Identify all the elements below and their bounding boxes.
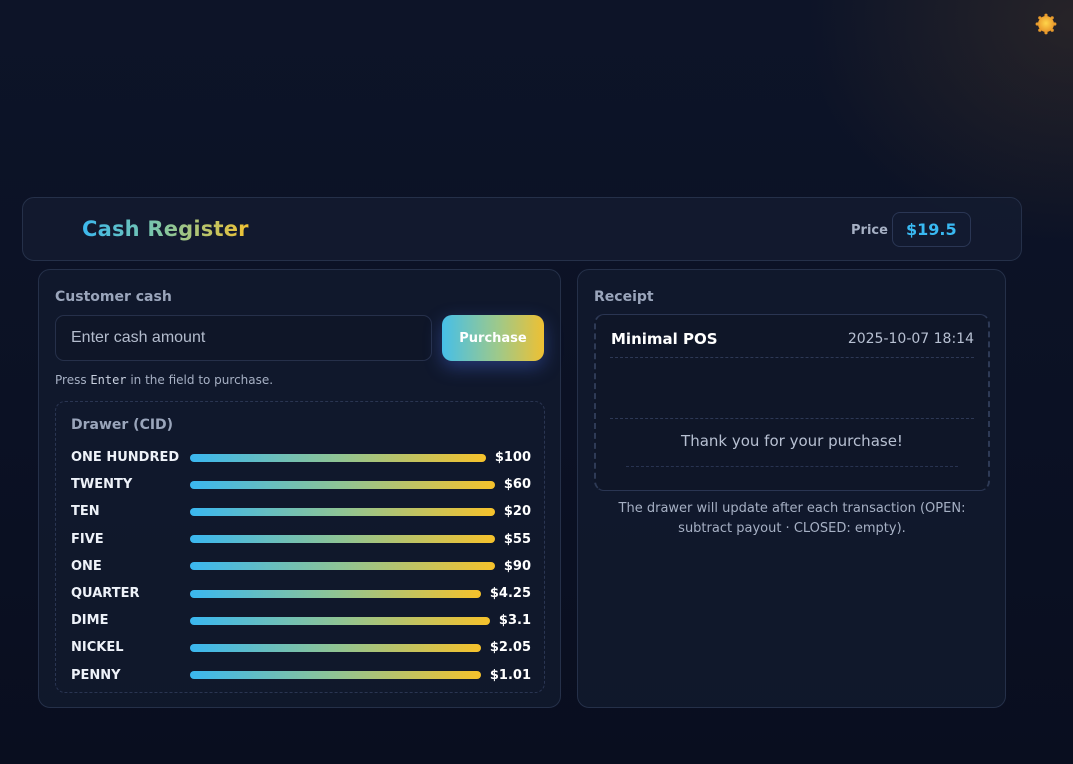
drawer-row: ONE $90: [71, 553, 531, 580]
drawer-row: QUARTER $4.25: [71, 580, 531, 607]
price-label: Price: [851, 223, 888, 238]
purchase-hint: Press Enter in the field to purchase.: [55, 373, 273, 387]
denomination-amount: $90: [503, 558, 531, 574]
denomination-name: DIME: [71, 613, 109, 629]
denomination-bar: [190, 507, 495, 516]
price-badge: $19.5: [892, 212, 971, 247]
denomination-name: NICKEL: [71, 640, 124, 656]
drawer-rows: ONE HUNDRED $100 TWENTY $60 TEN $20 FIVE $55 ONE…: [71, 444, 531, 689]
drawer-title: Drawer (CID): [71, 417, 174, 433]
denomination-name: TEN: [71, 504, 100, 520]
cash-input[interactable]: [55, 315, 432, 361]
drawer-row: TWENTY $60: [71, 471, 531, 498]
denomination-amount: $4.25: [489, 586, 531, 602]
denomination-bar: [190, 589, 481, 598]
denomination-amount: $100: [494, 450, 531, 466]
drawer-row: PENNY $1.01: [71, 662, 531, 689]
receipt-note: The drawer will update after each transa…: [618, 501, 966, 536]
receipt-datetime: 2025-10-07 18:14: [847, 331, 974, 347]
customer-cash-label: Customer cash: [55, 289, 172, 305]
denomination-bar: [190, 616, 490, 625]
denomination-name: FIVE: [71, 531, 104, 547]
denomination-bar: [190, 453, 486, 462]
drawer-row: DIME $3.1: [71, 607, 531, 634]
receipt-divider: [626, 466, 958, 467]
receipt-divider: [610, 357, 974, 358]
drawer-box: Drawer (CID) ONE HUNDRED $100 TWENTY $60 TEN…: [55, 401, 545, 693]
receipt-thanks: Thank you for your purchase!: [681, 432, 903, 450]
denomination-name: ONE HUNDRED: [71, 450, 180, 466]
denomination-name: PENNY: [71, 667, 121, 683]
app-header: Cash Register Price $19.5: [22, 197, 1022, 261]
denomination-amount: $2.05: [489, 640, 531, 656]
purchase-button[interactable]: Purchase: [442, 315, 544, 361]
receipt-divider: [610, 418, 974, 419]
denomination-name: TWENTY: [71, 477, 133, 493]
receipt-panel: Receipt Minimal POS 2025-10-07 18:14 Tha…: [577, 269, 1006, 708]
customer-panel: Customer cash Purchase Press Enter in th…: [38, 269, 561, 708]
hint-suffix: in the field to purchase.: [126, 373, 274, 387]
app-title: Cash Register: [82, 217, 249, 241]
denomination-bar: [190, 535, 495, 544]
denomination-amount: $20: [503, 504, 531, 520]
denomination-bar: [190, 562, 495, 571]
drawer-row: NICKEL $2.05: [71, 634, 531, 661]
drawer-row: TEN $20: [71, 498, 531, 525]
denomination-name: QUARTER: [71, 586, 140, 602]
denomination-bar: [190, 671, 481, 680]
sun-icon: [1035, 13, 1057, 35]
hint-key: Enter: [90, 373, 127, 387]
denomination-amount: $3.1: [498, 613, 531, 629]
drawer-row: ONE HUNDRED $100: [71, 444, 531, 471]
receipt-label: Receipt: [594, 289, 654, 305]
denomination-bar: [190, 480, 495, 489]
denomination-bar: [190, 643, 481, 652]
hint-prefix: Press: [55, 373, 91, 387]
theme-toggle-button[interactable]: [1035, 13, 1057, 35]
denomination-amount: $60: [503, 477, 531, 493]
receipt-paper: Minimal POS 2025-10-07 18:14 Thank you f…: [594, 314, 990, 491]
denomination-name: ONE: [71, 558, 102, 574]
receipt-store-name: Minimal POS: [611, 330, 718, 348]
denomination-amount: $55: [503, 531, 531, 547]
denomination-amount: $1.01: [489, 667, 531, 683]
drawer-row: FIVE $55: [71, 526, 531, 553]
